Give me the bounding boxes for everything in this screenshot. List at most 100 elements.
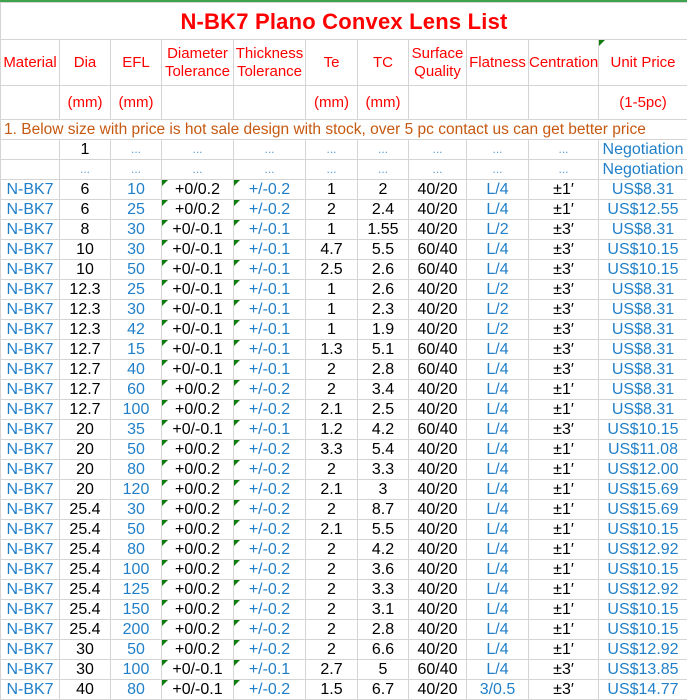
cell-tc[interactable]: 2.8 <box>358 360 409 380</box>
header-centration[interactable]: Centration <box>529 40 599 86</box>
cell-centration[interactable]: ±3′ <box>529 320 599 340</box>
cell-flatness[interactable]: L/4 <box>467 600 529 620</box>
cell-flatness[interactable]: L/4 <box>467 620 529 640</box>
cell-te[interactable]: ... <box>306 160 358 180</box>
cell-tc[interactable]: 2.6 <box>358 280 409 300</box>
cell-dia[interactable]: 20 <box>60 480 111 500</box>
cell-surface-quality[interactable]: 60/40 <box>409 240 467 260</box>
cell-flatness[interactable]: L/2 <box>467 300 529 320</box>
cell-material[interactable]: N-BK7 <box>1 400 60 420</box>
cell-unit-price[interactable]: US$11.08 <box>599 440 687 460</box>
cell-material[interactable]: N-BK7 <box>1 660 60 680</box>
cell-surface-quality[interactable]: 40/20 <box>409 180 467 200</box>
cell-flatness[interactable]: L/2 <box>467 280 529 300</box>
cell-diameter-tolerance[interactable]: +0/-0.1 <box>162 660 234 680</box>
cell-flatness[interactable]: L/2 <box>467 220 529 240</box>
cell-surface-quality[interactable]: 40/20 <box>409 220 467 240</box>
cell-flatness[interactable]: ... <box>467 140 529 160</box>
cell-tc[interactable]: 4.2 <box>358 420 409 440</box>
cell-flatness[interactable]: L/4 <box>467 440 529 460</box>
cell-diameter-tolerance[interactable]: ... <box>162 160 234 180</box>
cell-material[interactable]: N-BK7 <box>1 540 60 560</box>
cell-surface-quality[interactable]: 40/20 <box>409 200 467 220</box>
cell-surface-quality[interactable]: 40/20 <box>409 640 467 660</box>
cell-flatness[interactable]: L/4 <box>467 540 529 560</box>
cell-te[interactable]: 1 <box>306 320 358 340</box>
cell-unit-price[interactable]: US$10.15 <box>599 240 687 260</box>
cell-tc[interactable]: 2.5 <box>358 400 409 420</box>
cell-thickness-tolerance[interactable]: +/-0.1 <box>234 340 306 360</box>
cell-diameter-tolerance[interactable]: +0/0.2 <box>162 480 234 500</box>
cell-tc[interactable]: 5.4 <box>358 440 409 460</box>
cell-efl[interactable]: ... <box>111 160 162 180</box>
cell-material[interactable]: N-BK7 <box>1 640 60 660</box>
cell-tc[interactable]: 4.2 <box>358 540 409 560</box>
header-tc[interactable]: TC <box>358 40 409 86</box>
cell-te[interactable]: 1 <box>306 180 358 200</box>
cell-flatness[interactable]: L/2 <box>467 320 529 340</box>
cell-centration[interactable]: ±1′ <box>529 380 599 400</box>
cell-diameter-tolerance[interactable]: +0/0.2 <box>162 500 234 520</box>
cell-efl[interactable]: 125 <box>111 580 162 600</box>
cell-efl[interactable]: 80 <box>111 680 162 700</box>
cell-surface-quality[interactable]: 40/20 <box>409 620 467 640</box>
cell-tc[interactable]: 5 <box>358 660 409 680</box>
cell-efl[interactable]: 50 <box>111 260 162 280</box>
cell-thickness-tolerance[interactable]: +/-0.2 <box>234 400 306 420</box>
cell-tc[interactable]: 5.5 <box>358 240 409 260</box>
cell-tc[interactable]: 3.1 <box>358 600 409 620</box>
cell-tc[interactable]: 2.8 <box>358 620 409 640</box>
cell-centration[interactable]: ±1′ <box>529 200 599 220</box>
cell-flatness[interactable]: L/4 <box>467 560 529 580</box>
cell-efl[interactable]: 60 <box>111 380 162 400</box>
cell-te[interactable]: 2.1 <box>306 520 358 540</box>
cell-thickness-tolerance[interactable]: +/-0.2 <box>234 480 306 500</box>
cell-te[interactable]: 1 <box>306 300 358 320</box>
cell-centration[interactable]: ±1′ <box>529 180 599 200</box>
cell-efl[interactable]: 50 <box>111 520 162 540</box>
cell-surface-quality[interactable]: 40/20 <box>409 480 467 500</box>
cell-te[interactable]: 2 <box>306 460 358 480</box>
cell-thickness-tolerance[interactable]: +/-0.2 <box>234 500 306 520</box>
cell-material[interactable]: N-BK7 <box>1 300 60 320</box>
cell-efl[interactable]: 100 <box>111 560 162 580</box>
cell-centration[interactable]: ±3′ <box>529 660 599 680</box>
cell-thickness-tolerance[interactable]: +/-0.2 <box>234 620 306 640</box>
cell-centration[interactable]: ±3′ <box>529 420 599 440</box>
unit-material[interactable] <box>1 86 60 120</box>
cell-unit-price[interactable]: US$12.92 <box>599 540 687 560</box>
cell-material[interactable]: N-BK7 <box>1 480 60 500</box>
cell-surface-quality[interactable]: 40/20 <box>409 320 467 340</box>
cell-thickness-tolerance[interactable]: +/-0.2 <box>234 680 306 700</box>
cell-flatness[interactable]: ... <box>467 160 529 180</box>
cell-te[interactable]: 2 <box>306 560 358 580</box>
unit-te[interactable]: (mm) <box>306 86 358 120</box>
cell-centration[interactable]: ±3′ <box>529 280 599 300</box>
cell-thickness-tolerance[interactable]: +/-0.1 <box>234 420 306 440</box>
cell-dia[interactable]: 10 <box>60 240 111 260</box>
cell-surface-quality[interactable]: 40/20 <box>409 440 467 460</box>
note-text[interactable]: 1. Below size with price is hot sale des… <box>1 120 687 140</box>
cell-material[interactable]: N-BK7 <box>1 340 60 360</box>
cell-material[interactable]: N-BK7 <box>1 180 60 200</box>
cell-unit-price[interactable]: US$15.69 <box>599 500 687 520</box>
cell-material[interactable]: N-BK7 <box>1 380 60 400</box>
cell-efl[interactable]: 150 <box>111 600 162 620</box>
cell-unit-price[interactable]: US$10.15 <box>599 420 687 440</box>
header-dia[interactable]: Dia <box>60 40 111 86</box>
cell-centration[interactable]: ... <box>529 140 599 160</box>
cell-dia[interactable]: 10 <box>60 260 111 280</box>
cell-surface-quality[interactable]: 40/20 <box>409 540 467 560</box>
cell-diameter-tolerance[interactable]: +0/0.2 <box>162 400 234 420</box>
cell-material[interactable] <box>1 140 60 160</box>
cell-efl[interactable]: 30 <box>111 240 162 260</box>
cell-te[interactable]: 2 <box>306 380 358 400</box>
cell-surface-quality[interactable]: 40/20 <box>409 580 467 600</box>
cell-unit-price[interactable]: US$8.31 <box>599 360 687 380</box>
cell-flatness[interactable]: L/4 <box>467 400 529 420</box>
cell-centration[interactable]: ±3′ <box>529 360 599 380</box>
header-surface-quality[interactable]: SurfaceQuality <box>409 40 467 86</box>
cell-thickness-tolerance[interactable]: +/-0.2 <box>234 460 306 480</box>
cell-unit-price[interactable]: US$12.92 <box>599 580 687 600</box>
cell-flatness[interactable]: 3/0.5 <box>467 680 529 700</box>
